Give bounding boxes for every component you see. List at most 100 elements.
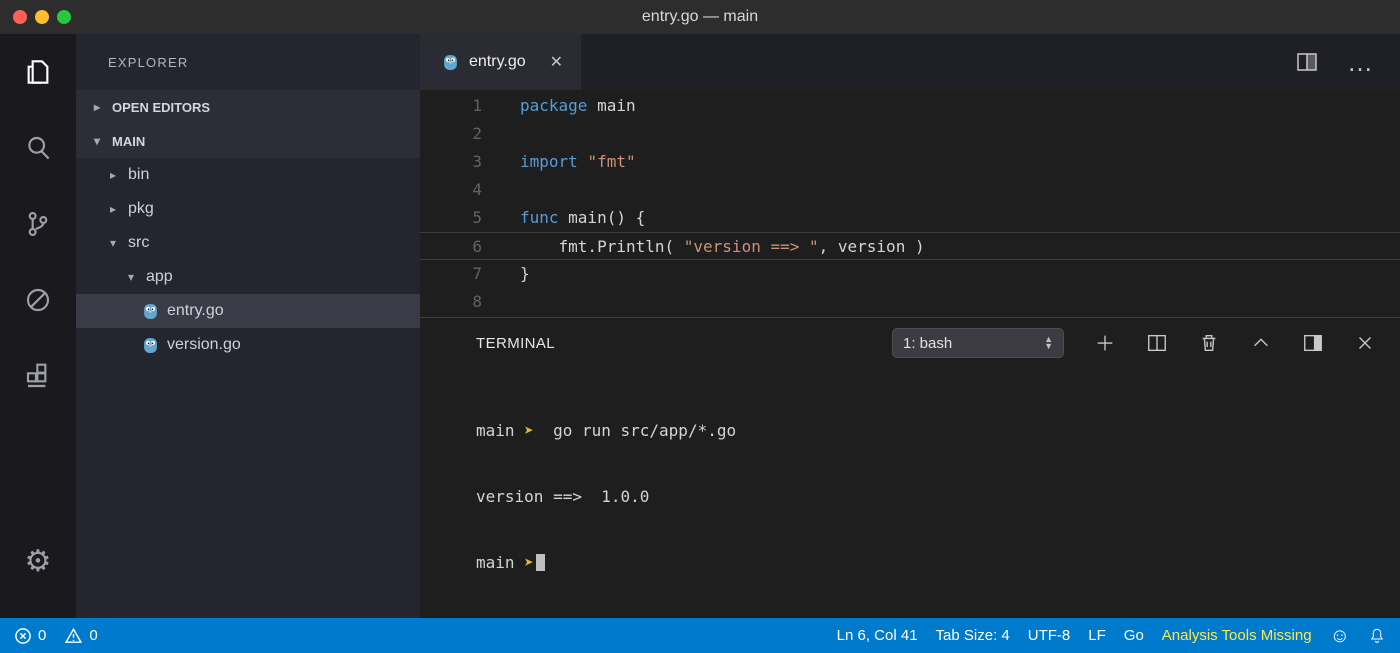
kill-terminal-icon[interactable]	[1198, 332, 1220, 354]
line-number: 1	[420, 92, 482, 120]
terminal-panel: TERMINAL 1: bash ▲▼	[420, 317, 1400, 618]
vscode-window: entry.go — main ⚙ EXPLO	[0, 0, 1400, 653]
section-main[interactable]: ▾ MAIN	[76, 124, 420, 158]
selected-shell: 1: bash	[903, 335, 952, 352]
go-file-icon	[442, 54, 459, 71]
notifications-bell-icon[interactable]	[1368, 627, 1386, 645]
terminal-line: main ➤ go run src/app/*.go	[476, 420, 1400, 442]
tree-item-bin[interactable]: ▸ bin	[76, 158, 420, 192]
terminal-shell-select[interactable]: 1: bash ▲▼	[892, 328, 1064, 358]
activity-bar: ⚙	[0, 34, 76, 618]
status-right: Ln 6, Col 41 Tab Size: 4 UTF-8 LF Go Ana…	[837, 626, 1386, 646]
language-status[interactable]: Go	[1124, 627, 1144, 644]
code-text: fmt.Println( "version ==> ", version )	[482, 233, 925, 259]
main-row: ⚙ EXPLORER ▸ OPEN EDITORS ▾ MAIN ▸ bin ▸	[0, 34, 1400, 618]
explorer-sidebar: EXPLORER ▸ OPEN EDITORS ▾ MAIN ▸ bin ▸ p…	[76, 34, 420, 618]
section-open-editors[interactable]: ▸ OPEN EDITORS	[76, 90, 420, 124]
chevron-right-icon: ▸	[90, 100, 104, 114]
search-icon[interactable]	[0, 110, 76, 186]
chevron-down-icon: ▾	[106, 236, 120, 250]
code-line: 5 func main() {	[420, 204, 1400, 232]
panel-header: TERMINAL 1: bash ▲▼	[420, 318, 1400, 368]
tree-item-label: entry.go	[167, 302, 224, 320]
code-text	[482, 288, 520, 316]
window-title: entry.go — main	[642, 8, 758, 26]
feedback-smiley-icon[interactable]: ☺	[1330, 626, 1350, 646]
section-label: MAIN	[112, 134, 145, 149]
zoom-window-button[interactable]	[57, 10, 71, 24]
tab-bar: entry.go ✕ …	[420, 34, 1400, 90]
split-terminal-icon[interactable]	[1146, 332, 1168, 354]
chevron-right-icon: ▸	[106, 168, 120, 182]
eol-status[interactable]: LF	[1088, 627, 1106, 644]
line-number: 7	[420, 260, 482, 288]
tree-item-entry-go[interactable]: entry.go	[76, 294, 420, 328]
maximize-panel-icon[interactable]	[1250, 332, 1272, 354]
status-left: 0 0	[14, 627, 98, 645]
code-text: package main	[482, 92, 636, 120]
tree-item-app[interactable]: ▾ app	[76, 260, 420, 294]
minimize-window-button[interactable]	[35, 10, 49, 24]
debug-icon[interactable]	[0, 262, 76, 338]
tree-item-pkg[interactable]: ▸ pkg	[76, 192, 420, 226]
code-text	[482, 120, 520, 148]
code-text: import "fmt"	[482, 148, 636, 176]
traffic-lights	[13, 10, 71, 24]
code-text: func main() {	[482, 204, 645, 232]
terminal-line: version ==> 1.0.0	[476, 486, 1400, 508]
cursor-position-status[interactable]: Ln 6, Col 41	[837, 627, 918, 644]
close-panel-icon[interactable]	[1354, 332, 1376, 354]
prompt-arrow: ➤	[524, 421, 534, 440]
code-text	[482, 176, 520, 204]
tab-entry-go[interactable]: entry.go ✕	[420, 34, 581, 90]
line-number: 8	[420, 288, 482, 316]
line-number: 2	[420, 120, 482, 148]
tree-item-label: version.go	[167, 336, 241, 354]
close-window-button[interactable]	[13, 10, 27, 24]
code-line: 3 import "fmt"	[420, 148, 1400, 176]
file-tree: ▸ bin ▸ pkg ▾ src ▾ app entry.go	[76, 158, 420, 618]
code-line-current: 6 fmt.Println( "version ==> ", version )	[420, 232, 1400, 260]
line-number: 5	[420, 204, 482, 232]
explorer-icon[interactable]	[0, 34, 76, 110]
panel-title: TERMINAL	[476, 335, 555, 352]
analysis-tools-warning[interactable]: Analysis Tools Missing	[1162, 627, 1312, 644]
new-terminal-icon[interactable]	[1094, 332, 1116, 354]
terminal-output[interactable]: main ➤ go run src/app/*.go version ==> 1…	[420, 368, 1400, 618]
sidebar-title: EXPLORER	[76, 34, 420, 90]
tree-item-label: src	[128, 234, 149, 252]
tree-item-src[interactable]: ▾ src	[76, 226, 420, 260]
code-editor[interactable]: 1 package main 2 3 import "fmt" 4 5	[420, 90, 1400, 317]
go-file-icon	[142, 303, 159, 320]
toggle-panel-position-icon[interactable]	[1302, 332, 1324, 354]
tree-item-label: app	[146, 268, 173, 286]
more-actions-icon[interactable]: …	[1347, 57, 1374, 67]
tab-close-icon[interactable]: ✕	[550, 52, 563, 72]
terminal-cursor	[536, 554, 545, 571]
settings-gear-icon[interactable]: ⚙	[0, 524, 76, 600]
line-number: 3	[420, 148, 482, 176]
split-editor-icon[interactable]	[1295, 50, 1319, 74]
warning-icon	[64, 627, 83, 645]
warnings-status[interactable]: 0	[64, 627, 97, 645]
tree-item-version-go[interactable]: version.go	[76, 328, 420, 362]
code-line: 4	[420, 176, 1400, 204]
section-label: OPEN EDITORS	[112, 100, 210, 115]
source-control-icon[interactable]	[0, 186, 76, 262]
status-bar: 0 0 Ln 6, Col 41 Tab Size: 4 UTF-8 LF Go…	[0, 618, 1400, 653]
panel-icons	[1094, 332, 1376, 354]
tab-size-status[interactable]: Tab Size: 4	[936, 627, 1010, 644]
code-line: 8	[420, 288, 1400, 316]
code-line: 7 }	[420, 260, 1400, 288]
titlebar: entry.go — main	[0, 0, 1400, 34]
line-number: 4	[420, 176, 482, 204]
extensions-icon[interactable]	[0, 338, 76, 414]
error-icon	[14, 627, 32, 645]
encoding-status[interactable]: UTF-8	[1028, 627, 1071, 644]
errors-status[interactable]: 0	[14, 627, 46, 645]
go-file-icon	[142, 337, 159, 354]
terminal-line: main ➤	[476, 552, 1400, 574]
select-arrows-icon: ▲▼	[1044, 336, 1053, 350]
code-text: }	[482, 260, 530, 288]
editor-column: entry.go ✕ … 1 package main 2	[420, 34, 1400, 618]
